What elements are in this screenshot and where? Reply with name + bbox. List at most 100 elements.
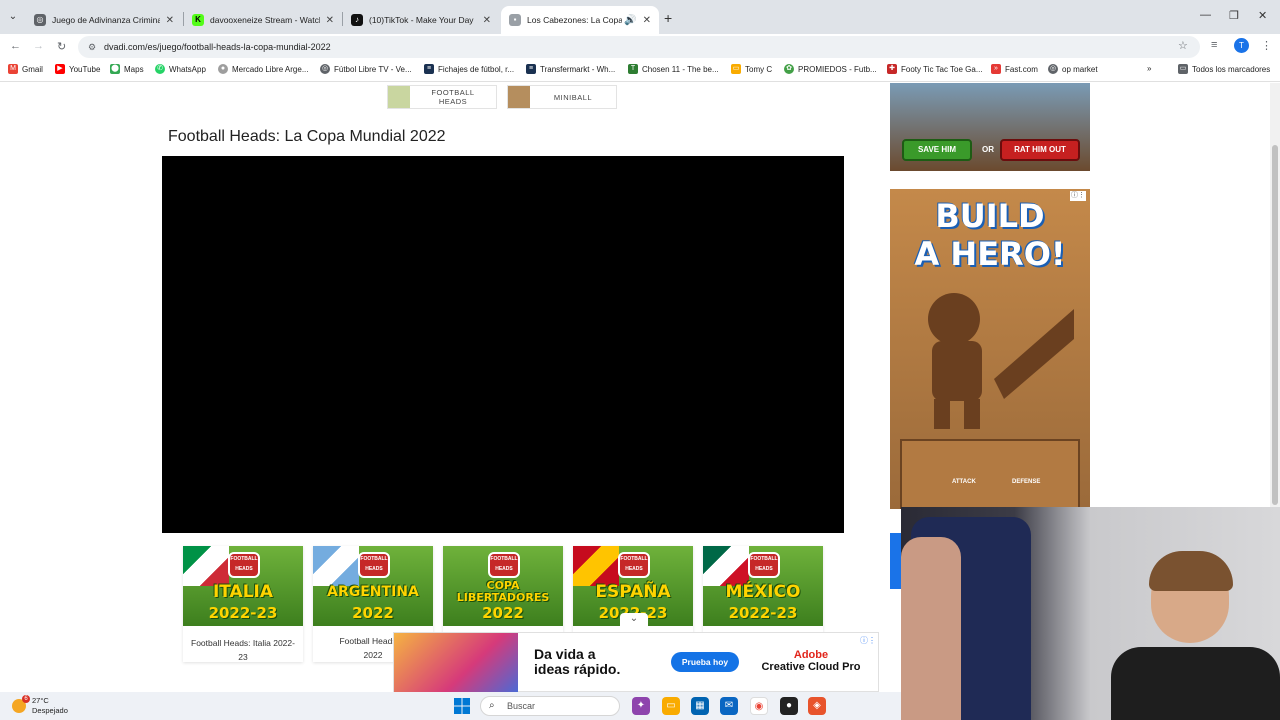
tab-juego-adivinanza[interactable]: ◎ Juego de Adivinanza Criminal ✕ xyxy=(26,6,182,34)
bookmark-label: Maps xyxy=(124,64,144,74)
speaker-icon[interactable]: 🔊 xyxy=(624,15,636,26)
ad-tagline: Da vida a ideas rápido. xyxy=(534,646,621,677)
bookmark-fast[interactable]: » Fast.com xyxy=(991,64,1038,74)
rat-him-out-button[interactable]: RAT HIM OUT xyxy=(1000,139,1080,161)
ad-build-a-hero[interactable]: ⓘ⋮ BUILD A HERO! ATTACK DEFENSE xyxy=(890,189,1090,509)
app-icon[interactable]: ✉ xyxy=(720,697,738,715)
streamer-right-body xyxy=(1111,647,1280,720)
webcam-overlay xyxy=(901,507,1280,720)
bookmark-op-market[interactable]: ◎ op market xyxy=(1048,64,1098,74)
bookmark-youtube[interactable]: ▶ YouTube xyxy=(55,64,100,74)
minimize-icon[interactable]: — xyxy=(1200,9,1211,21)
bookmark-maps[interactable]: ⬤ Maps xyxy=(110,64,144,74)
all-bookmarks[interactable]: ▭ Todos los marcadores xyxy=(1178,64,1270,74)
close-icon[interactable]: ✕ xyxy=(166,15,174,26)
game-card-year: 2022-23 xyxy=(728,604,798,622)
top-card-football-heads[interactable]: FOOTBALL HEADS xyxy=(387,85,497,109)
tab-title: davooxeneize Stream - Watch L xyxy=(210,15,320,25)
ad-hero-title-line2: A HERO! xyxy=(914,235,1066,273)
tab-davooxeneize-stream[interactable]: K davooxeneize Stream - Watch L ✕ xyxy=(184,6,342,34)
game-card-name: ESPAÑA xyxy=(595,582,671,602)
bookmarks-bar: M Gmail ▶ YouTube ⬤ Maps ✆ WhatsApp ● Mercado… xyxy=(0,60,1280,82)
close-icon[interactable]: ✕ xyxy=(483,15,491,26)
promiedos-icon: ✿ xyxy=(784,64,794,74)
bookmark-futbol-libre[interactable]: ◎ Fútbol Libre TV - Ve... xyxy=(320,64,412,74)
notification-badge: 6 xyxy=(22,695,30,703)
app-active-icon[interactable]: ◈ xyxy=(808,697,826,715)
tab-strip: ⌄ ◎ Juego de Adivinanza Criminal ✕ K dav… xyxy=(0,0,1280,34)
new-tab-button[interactable]: + xyxy=(664,10,672,26)
scrollbar-thumb[interactable] xyxy=(1272,145,1278,505)
back-icon[interactable]: ← xyxy=(10,40,21,52)
game-card-year: 2022 xyxy=(482,604,524,622)
chosen11-icon: T xyxy=(628,64,638,74)
ad-bird-image xyxy=(394,633,518,693)
game-card-name: ARGENTINA xyxy=(327,584,419,600)
taskbar-search-box[interactable]: ⌕ Buscar xyxy=(480,696,620,716)
attack-label: ATTACK xyxy=(952,479,976,485)
tab-search-button[interactable]: ⌄ xyxy=(4,8,22,26)
globe-icon: ◎ xyxy=(1048,64,1058,74)
bookmark-gmail[interactable]: M Gmail xyxy=(8,64,43,74)
game-card-name: ITALIA xyxy=(212,582,274,602)
reload-icon[interactable]: ↻ xyxy=(57,40,66,53)
mexico-flag xyxy=(703,546,749,586)
menu-kebab-icon[interactable]: ⋮ xyxy=(1261,39,1272,52)
youtube-icon: ▶ xyxy=(55,64,65,74)
game-card-caption: Football Heads: Italia 2022-23 xyxy=(191,638,295,662)
ad-collapse-button[interactable]: ⌄ xyxy=(620,613,648,629)
forward-icon[interactable]: → xyxy=(33,40,44,52)
game-thumbnail xyxy=(508,86,530,108)
close-icon[interactable]: ✕ xyxy=(326,15,334,26)
streamer-left xyxy=(901,537,961,720)
page-title: Football Heads: La Copa Mundial 2022 xyxy=(168,128,446,145)
game-canvas[interactable] xyxy=(162,156,844,533)
save-him-button[interactable]: SAVE HIM xyxy=(902,139,972,161)
bookmark-whatsapp[interactable]: ✆ WhatsApp xyxy=(155,64,206,74)
game-card-italia[interactable]: FOOTBALL HEADS ITALIA 2022-23 Football H… xyxy=(183,546,303,662)
close-window-icon[interactable]: ✕ xyxy=(1258,9,1267,22)
gmail-icon: M xyxy=(8,64,18,74)
windows-start-icon[interactable] xyxy=(454,698,470,714)
football-heads-badge: FOOTBALL HEADS xyxy=(358,552,390,578)
close-icon[interactable]: ✕ xyxy=(643,15,651,26)
bookmark-label: Chosen 11 - The be... xyxy=(642,64,719,74)
bookmark-star-icon[interactable]: ☆ xyxy=(1178,39,1188,52)
top-card-miniball[interactable]: MINIBALL xyxy=(507,85,617,109)
obs-icon[interactable]: ● xyxy=(780,697,798,715)
file-explorer-icon[interactable]: ▭ xyxy=(662,697,680,715)
ad-hero-title-line1: BUILD xyxy=(935,197,1045,235)
ad-adobe-banner[interactable]: Da vida a ideas rápido. Prueba hoy Adobe… xyxy=(393,632,879,693)
bookmark-mercadolibre[interactable]: ● Mercado Libre Arge... xyxy=(218,64,308,74)
tab-tiktok[interactable]: ♪ (10)TikTok - Make Your Day ✕ xyxy=(343,6,499,34)
weather-widget[interactable]: 6 27°C Despejado xyxy=(10,695,68,716)
bookmark-footy[interactable]: ✚ Footy Tic Tac Toe Ga... xyxy=(887,64,983,74)
bookmark-chosen11[interactable]: T Chosen 11 - The be... xyxy=(628,64,719,74)
bookmark-label: Fichajes de fútbol, r... xyxy=(438,64,515,74)
site-info-icon[interactable]: ⚙ xyxy=(88,36,96,58)
bookmark-fichajes[interactable]: ≡ Fichajes de fútbol, r... xyxy=(424,64,514,74)
bookmark-promiedos[interactable]: ✿ PROMIEDOS - Futb... xyxy=(784,64,877,74)
ad-choices-icon[interactable]: ⓘ⋮ xyxy=(860,635,876,646)
bookmark-label: Footy Tic Tac Toe Ga... xyxy=(901,64,983,74)
bookmarks-overflow-icon[interactable]: » xyxy=(1147,64,1151,73)
store-icon[interactable]: ▦ xyxy=(691,697,709,715)
address-bar[interactable]: ⚙ dvadi.com/es/juego/football-heads-la-c… xyxy=(78,36,1200,58)
copilot-icon[interactable]: ✦ xyxy=(632,697,650,715)
tiktok-icon: ♪ xyxy=(351,14,363,26)
tab-los-cabezones[interactable]: ▪ Los Cabezones: La Copa Mu 🔊 ✕ xyxy=(501,6,659,34)
restore-icon[interactable]: ❐ xyxy=(1229,9,1239,22)
ad-cta-button[interactable]: Prueba hoy xyxy=(671,652,739,672)
profile-avatar[interactable]: T xyxy=(1234,38,1249,53)
chrome-icon[interactable]: ◉ xyxy=(750,697,768,715)
ad-save-him[interactable]: SAVE HIM OR RAT HIM OUT xyxy=(890,83,1090,171)
folder-icon: ▭ xyxy=(731,64,741,74)
bookmark-folder-tomy[interactable]: ▭ Tomy C xyxy=(731,64,772,74)
bookmark-label: WhatsApp xyxy=(169,64,206,74)
bookmark-transfermarkt[interactable]: ≡ Transfermarkt - Wh... xyxy=(526,64,615,74)
bookmark-label: Mercado Libre Arge... xyxy=(232,64,309,74)
tab-title: Los Cabezones: La Copa Mu xyxy=(527,15,623,25)
media-controls-icon[interactable]: ≡ xyxy=(1211,39,1217,51)
bookmark-label: op market xyxy=(1062,64,1098,74)
transfermarkt-icon: ≡ xyxy=(424,64,434,74)
